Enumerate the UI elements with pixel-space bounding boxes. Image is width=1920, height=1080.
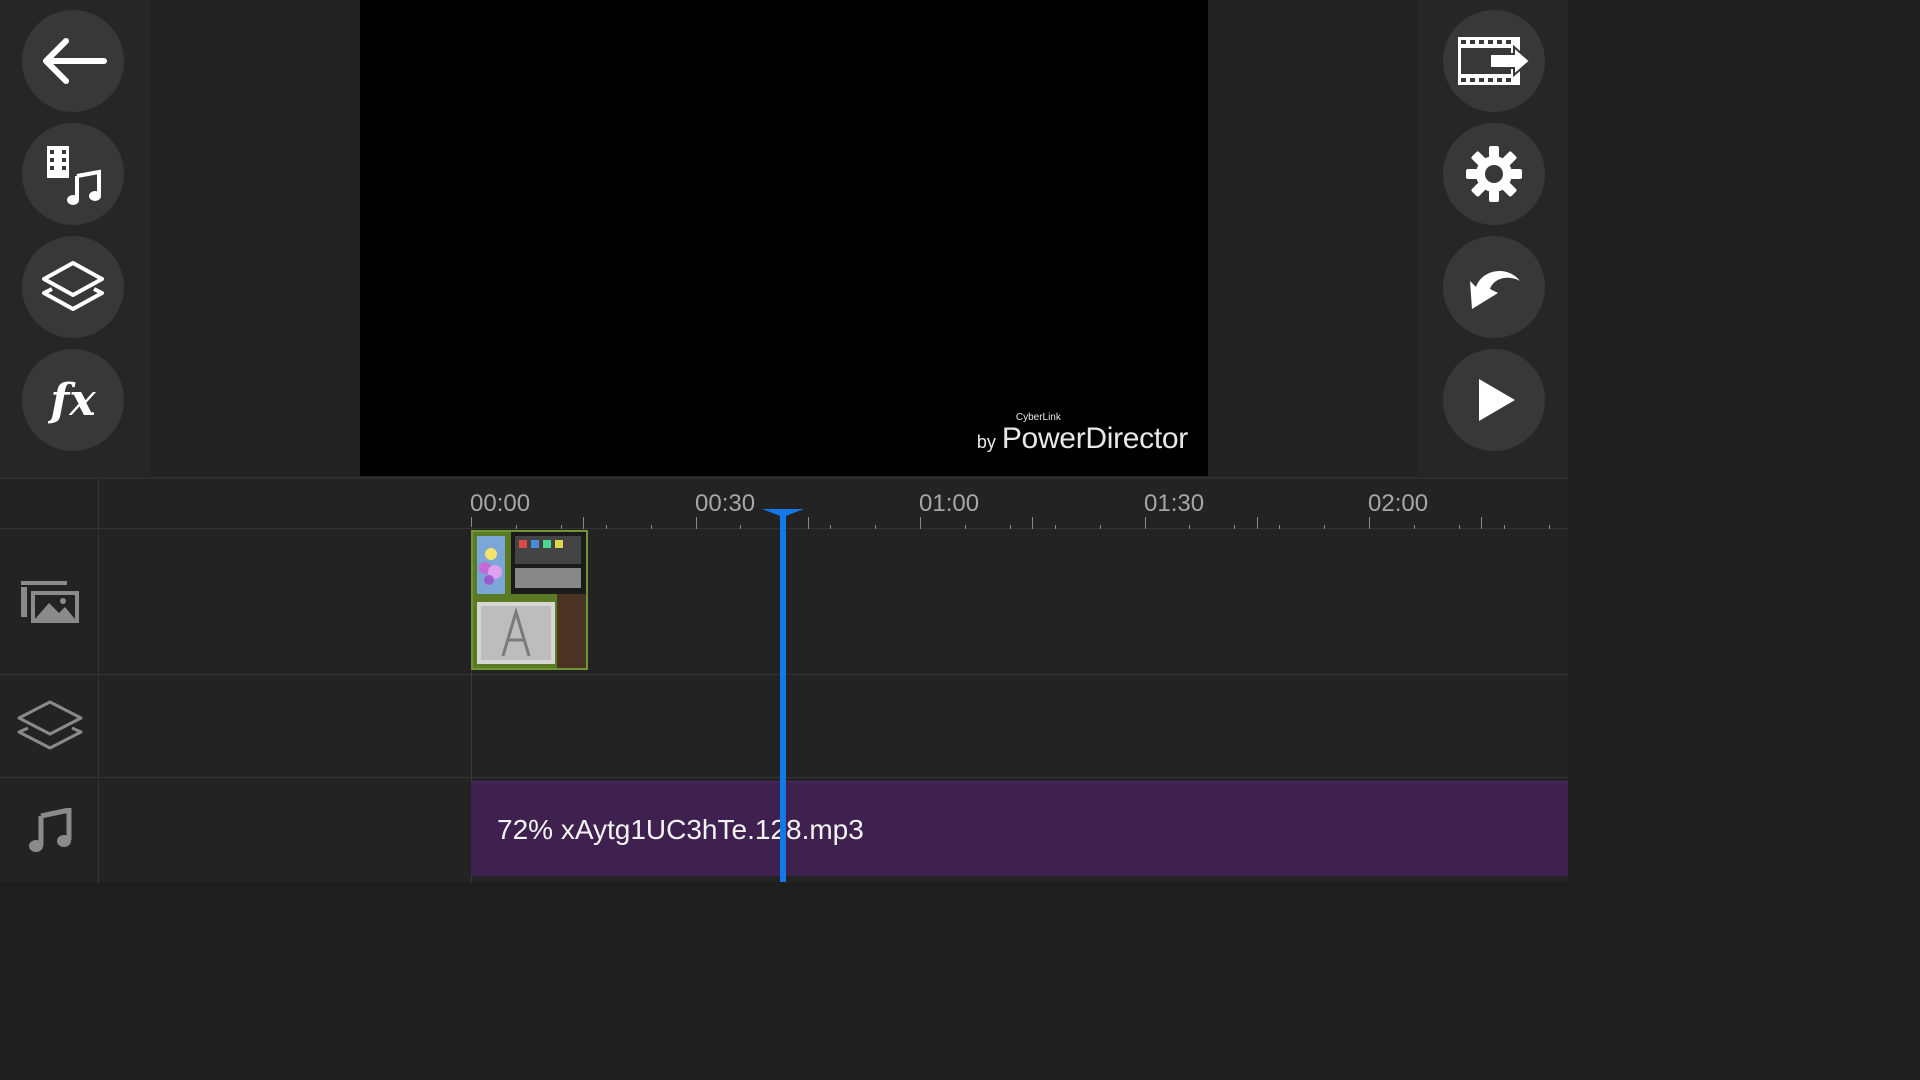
ruler-tick <box>1369 517 1370 529</box>
undo-button[interactable] <box>1443 236 1545 338</box>
film-music-icon <box>47 146 101 205</box>
overlay-track[interactable] <box>99 675 1568 778</box>
tick-label-0130: 01:30 <box>1144 490 1205 517</box>
settings-button[interactable] <box>1443 123 1545 225</box>
track-headers <box>0 479 99 884</box>
ruler-tick <box>695 517 697 529</box>
ruler-header <box>0 479 99 529</box>
layers-button[interactable] <box>22 236 124 338</box>
layers-icon <box>42 261 104 311</box>
tick-label-0030: 00:30 <box>695 490 756 517</box>
play-icon <box>1479 379 1515 421</box>
effects-button[interactable]: fx <box>22 349 124 451</box>
music-note-track-icon <box>28 808 71 852</box>
right-toolbar <box>1418 0 1568 476</box>
ruler-tick <box>1144 517 1146 529</box>
watermark-cyberlink: CyberLink <box>1015 412 1061 423</box>
clip-thumbnail <box>473 532 586 668</box>
left-toolbar: fx <box>0 0 150 476</box>
time-ruler[interactable]: 00:00 00:30 01:00 01:30 02:00 <box>99 479 1568 529</box>
watermark-by: by <box>976 432 996 452</box>
video-image-track-icon <box>20 580 79 623</box>
back-button[interactable] <box>22 10 124 112</box>
watermark-brand: PowerDirector <box>1001 422 1188 455</box>
audio-clip-label: 72% xAytg1UC3hTe.128.mp3 <box>497 814 864 845</box>
overlay-track-header[interactable] <box>0 675 99 778</box>
video-preview[interactable]: by CyberLink PowerDirector <box>360 0 1208 476</box>
film-export-icon <box>1458 37 1532 85</box>
ruler-tick-half <box>807 517 809 529</box>
video-track[interactable] <box>99 529 1568 675</box>
powerdirector-editor: fx by CyberLink PowerDirector 00:00 00:3… <box>0 0 1568 884</box>
audio-clip[interactable]: 72% xAytg1UC3hTe.128.mp3 <box>471 781 1568 876</box>
ruler-tick-half <box>1032 517 1034 529</box>
layers-track-icon <box>17 700 82 750</box>
produce-button[interactable] <box>1443 10 1545 112</box>
undo-icon <box>1470 270 1520 309</box>
video-track-header[interactable] <box>0 529 99 675</box>
play-button[interactable] <box>1443 349 1545 451</box>
powerdirector-watermark: by CyberLink PowerDirector <box>976 412 1188 456</box>
ruler-tick-half <box>1481 517 1483 529</box>
media-library-button[interactable] <box>22 123 124 225</box>
arrow-left-icon <box>43 38 107 84</box>
ruler-tick-half <box>583 517 585 529</box>
playhead[interactable] <box>780 512 786 882</box>
ruler-tick <box>920 517 921 529</box>
tick-label-0100: 01:00 <box>919 490 980 517</box>
tick-label-0200: 02:00 <box>1368 490 1429 517</box>
ruler-tick-half <box>1256 517 1258 529</box>
video-clip[interactable] <box>471 530 588 670</box>
preview-gutter-right <box>1208 0 1418 476</box>
gear-icon <box>1466 146 1522 202</box>
preview-gutter-left <box>150 0 360 476</box>
tick-label-0000: 00:00 <box>470 490 531 517</box>
fx-icon: fx <box>50 374 96 426</box>
audio-track-header[interactable] <box>0 778 99 884</box>
